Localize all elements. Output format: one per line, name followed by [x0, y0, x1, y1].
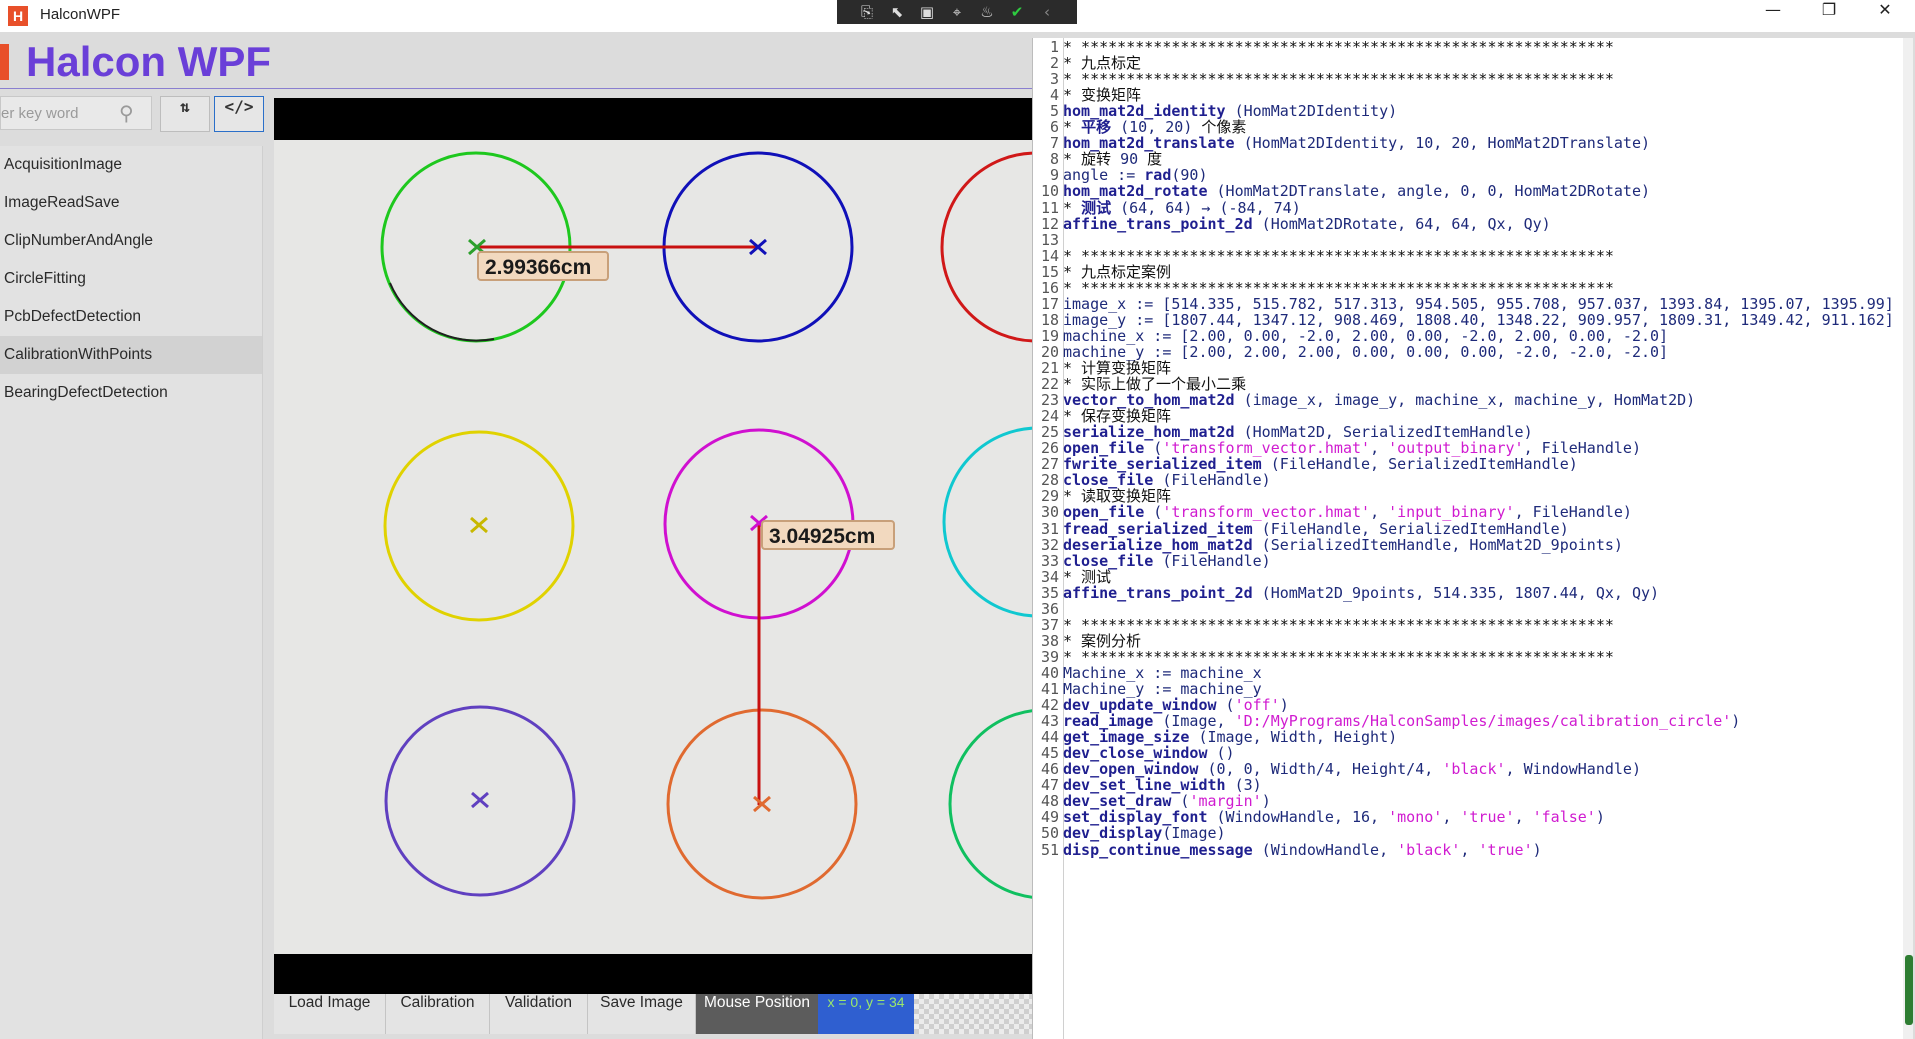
live-visual-tree-icon[interactable]: ⎘ [857, 2, 877, 22]
select-element-icon[interactable]: ⬉ [887, 2, 907, 22]
code-line: 51 disp_continue_message (WindowHandle, '… [1033, 841, 1911, 861]
validation-button[interactable]: Validation [490, 994, 588, 1034]
sidebar: AcquisitionImage ImageReadSave ClipNumbe… [0, 146, 263, 1039]
bottom-toolbar: Load Image Calibration Validation Save I… [274, 994, 1032, 1039]
calibration-circle [942, 426, 1032, 618]
code-token: , [1460, 840, 1479, 859]
code-scrollbar[interactable] [1903, 38, 1913, 1039]
line-number: 51 [1040, 840, 1059, 859]
mouse-position-label: Mouse Position [696, 994, 818, 1034]
window-title: HalconWPF [40, 6, 121, 23]
page-title: Halcon WPF [26, 38, 272, 85]
track-focus-icon[interactable]: ⌖ [947, 2, 967, 22]
code-token: ) [1532, 840, 1542, 859]
sidebar-item-imagereadsave[interactable]: ImageReadSave [0, 184, 262, 222]
measure-label-horizontal: 2.99366cm [485, 256, 591, 279]
calibration-circle [948, 709, 1032, 899]
image-letterbox-bottom [274, 954, 1032, 994]
code-token: (WindowHandle, [1252, 840, 1398, 859]
code-editor[interactable]: 1 * *************************************… [1032, 38, 1911, 1039]
minimize-button[interactable]: — [1745, 0, 1801, 32]
sidebar-item-acquisitionimage[interactable]: AcquisitionImage [0, 146, 262, 184]
load-image-button[interactable]: Load Image [274, 994, 386, 1034]
search-icon[interactable]: ⚲ [119, 101, 134, 125]
hot-reload-icon[interactable]: ♨ [977, 2, 997, 22]
close-button[interactable]: ✕ [1857, 0, 1913, 32]
code-token: 'true' [1478, 840, 1533, 859]
code-scrollbar-thumb[interactable] [1905, 955, 1913, 1025]
header-accent [0, 44, 9, 80]
search-box[interactable]: er key word ⚲ [0, 96, 152, 130]
sidebar-item-pcbdefectdetection[interactable]: PcbDefectDetection [0, 298, 262, 336]
sort-button[interactable]: ⇅ [160, 96, 210, 132]
measure-label-vertical: 3.04925cm [769, 525, 875, 548]
code-token: 'black' [1397, 840, 1461, 859]
transparency-pattern [914, 994, 1032, 1034]
restore-button[interactable]: ❐ [1801, 0, 1857, 32]
code-token: disp_continue_message [1063, 840, 1253, 859]
sidebar-item-circlefitting[interactable]: CircleFitting [0, 260, 262, 298]
calibration-circle [940, 151, 1032, 343]
title-bar: H HalconWPF ⎘ ⬉ ▣ ⌖ ♨ ✔ ‹ — ❐ ✕ [0, 0, 1915, 32]
sidebar-item-bearingdefectdetection[interactable]: BearingDefectDetection [0, 374, 262, 412]
display-layout-adorners-icon[interactable]: ▣ [917, 2, 937, 22]
header-divider [0, 88, 1032, 89]
mouse-position-value: x = 0, y = 34 [818, 994, 914, 1034]
wpf-devtools-bar: ⎘ ⬉ ▣ ⌖ ♨ ✔ ‹ [837, 0, 1077, 24]
app-icon: H [8, 6, 28, 26]
view-code-button[interactable]: </> [214, 96, 264, 132]
center-markers [468, 238, 771, 813]
sidebar-item-clipnumberandangle[interactable]: ClipNumberAndAngle [0, 222, 262, 260]
binding-failures-ok-icon[interactable]: ✔ [1007, 2, 1027, 22]
calibration-image: 2.99366cm 3.04925cm [380, 151, 1032, 900]
collapse-icon[interactable]: ‹ [1037, 2, 1057, 22]
image-view[interactable]: 2.99366cm 3.04925cm [274, 98, 1032, 994]
calibration-button[interactable]: Calibration [386, 994, 490, 1034]
save-image-button[interactable]: Save Image [588, 994, 696, 1034]
sidebar-item-calibrationwithpoints[interactable]: CalibrationWithPoints [0, 336, 262, 374]
search-input[interactable]: er key word [1, 105, 79, 122]
